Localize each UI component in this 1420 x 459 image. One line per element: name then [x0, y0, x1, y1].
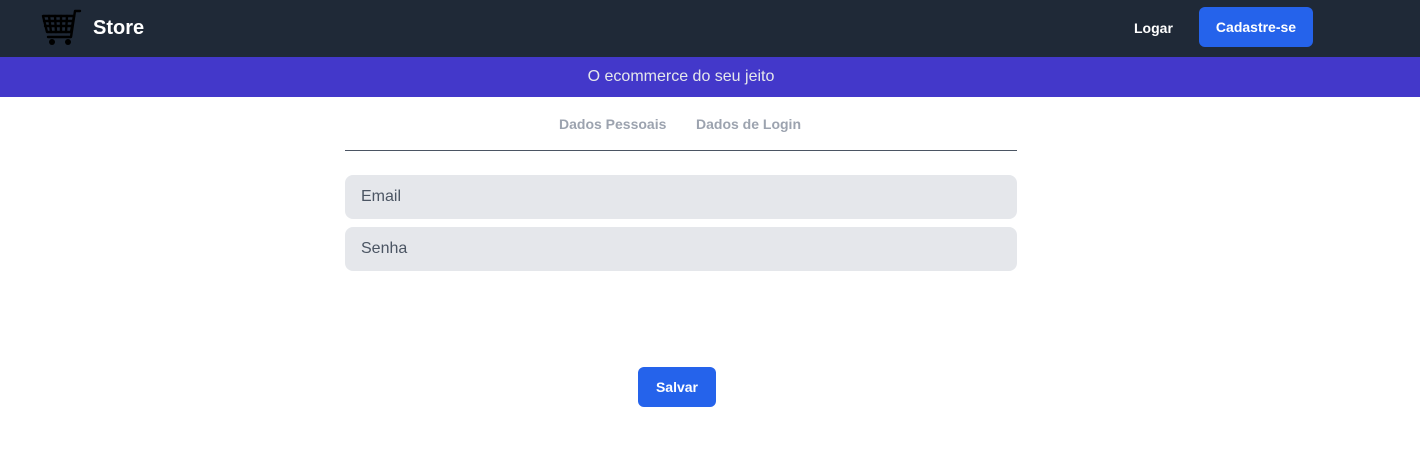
shopping-cart-icon — [41, 9, 82, 45]
email-field[interactable] — [345, 175, 1017, 219]
save-button[interactable]: Salvar — [638, 367, 716, 407]
password-field[interactable] — [345, 227, 1017, 271]
tab-personal-data[interactable]: Dados Pessoais — [559, 116, 666, 132]
brand-logo[interactable] — [40, 8, 82, 48]
brand-name[interactable]: Store — [93, 16, 144, 40]
signup-button[interactable]: Cadastre-se — [1199, 7, 1313, 47]
form-tabs: Dados Pessoais Dados de Login — [345, 97, 1017, 151]
tab-login-data[interactable]: Dados de Login — [696, 116, 801, 132]
tagline-banner: O ecommerce do seu jeito — [0, 57, 1420, 97]
navbar: Store Logar Cadastre-se — [0, 0, 1420, 57]
tagline-text: O ecommerce do seu jeito — [587, 68, 775, 85]
login-link[interactable]: Logar — [1134, 19, 1173, 37]
